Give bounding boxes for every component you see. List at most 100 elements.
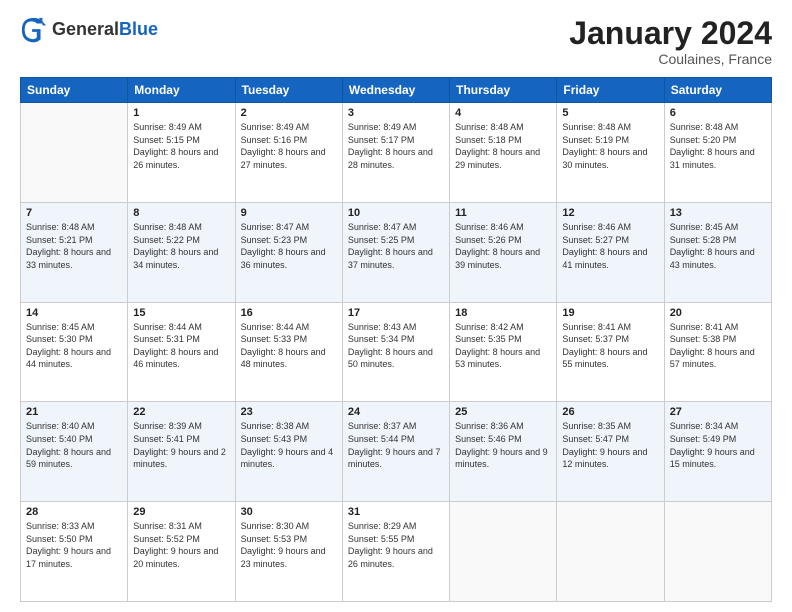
table-row: 29Sunrise: 8:31 AMSunset: 5:52 PMDayligh… (128, 502, 235, 602)
day-number: 4 (455, 107, 551, 119)
day-number: 17 (348, 307, 444, 319)
day-info: Sunrise: 8:43 AMSunset: 5:34 PMDaylight:… (348, 321, 444, 371)
day-number: 8 (133, 207, 229, 219)
table-row: 14 Sunrise: 8:45 AMSunset: 5:30 PMDayligh… (21, 302, 128, 402)
calendar-week-row: 7Sunrise: 8:48 AMSunset: 5:21 PMDaylight… (21, 202, 772, 302)
day-number: 2 (241, 107, 337, 119)
table-row: 13Sunrise: 8:45 AMSunset: 5:28 PMDayligh… (664, 202, 771, 302)
table-row: 22 Sunrise: 8:39 AMSunset: 5:41 PMDayligh… (128, 402, 235, 502)
day-info: Sunrise: 8:44 AMSunset: 5:33 PMDaylight:… (241, 321, 337, 371)
col-saturday: Saturday (664, 78, 771, 103)
table-row: 21Sunrise: 8:40 AMSunset: 5:40 PMDayligh… (21, 402, 128, 502)
table-row: 3 Sunrise: 8:49 AMSunset: 5:17 PMDaylight… (342, 103, 449, 203)
table-row: 15 Sunrise: 8:44 AMSunset: 5:31 PMDayligh… (128, 302, 235, 402)
location: Coulaines, France (569, 51, 772, 67)
table-row: 25 Sunrise: 8:36 AMSunset: 5:46 PMDayligh… (450, 402, 557, 502)
day-number: 26 (562, 406, 658, 418)
calendar-week-row: 28 Sunrise: 8:33 AMSunset: 5:50 PMDayligh… (21, 502, 772, 602)
table-row: 2 Sunrise: 8:49 AMSunset: 5:16 PMDaylight… (235, 103, 342, 203)
day-info: Sunrise: 8:41 AMSunset: 5:37 PMDaylight:… (562, 321, 658, 371)
day-number: 5 (562, 107, 658, 119)
day-info: Sunrise: 8:45 AMSunset: 5:30 PMDaylight:… (26, 321, 122, 371)
day-info: Sunrise: 8:33 AMSunset: 5:50 PMDaylight:… (26, 520, 122, 570)
day-number: 1 (133, 107, 229, 119)
calendar-week-row: 21Sunrise: 8:40 AMSunset: 5:40 PMDayligh… (21, 402, 772, 502)
day-number: 24 (348, 406, 444, 418)
col-thursday: Thursday (450, 78, 557, 103)
day-info: Sunrise: 8:48 AMSunset: 5:19 PMDaylight:… (562, 121, 658, 171)
day-number: 18 (455, 307, 551, 319)
day-info: Sunrise: 8:29 AMSunset: 5:55 PMDaylight:… (348, 520, 444, 570)
day-info: Sunrise: 8:47 AMSunset: 5:25 PMDaylight:… (348, 221, 444, 271)
day-info: Sunrise: 8:40 AMSunset: 5:40 PMDaylight:… (26, 420, 122, 470)
day-number: 15 (133, 307, 229, 319)
day-info: Sunrise: 8:49 AMSunset: 5:15 PMDaylight:… (133, 121, 229, 171)
table-row: 10 Sunrise: 8:47 AMSunset: 5:25 PMDayligh… (342, 202, 449, 302)
table-row: 27Sunrise: 8:34 AMSunset: 5:49 PMDayligh… (664, 402, 771, 502)
calendar-week-row: 1 Sunrise: 8:49 AMSunset: 5:15 PMDaylight… (21, 103, 772, 203)
header: General Blue January 2024 Coulaines, Fra… (20, 16, 772, 67)
table-row: 12 Sunrise: 8:46 AMSunset: 5:27 PMDayligh… (557, 202, 664, 302)
table-row: 8 Sunrise: 8:48 AMSunset: 5:22 PMDaylight… (128, 202, 235, 302)
table-row: 20 Sunrise: 8:41 AMSunset: 5:38 PMDayligh… (664, 302, 771, 402)
day-number: 10 (348, 207, 444, 219)
calendar-week-row: 14 Sunrise: 8:45 AMSunset: 5:30 PMDayligh… (21, 302, 772, 402)
col-friday: Friday (557, 78, 664, 103)
day-info: Sunrise: 8:44 AMSunset: 5:31 PMDaylight:… (133, 321, 229, 371)
table-row: 19Sunrise: 8:41 AMSunset: 5:37 PMDayligh… (557, 302, 664, 402)
day-number: 12 (562, 207, 658, 219)
logo-blue: Blue (119, 20, 158, 40)
table-row: 28 Sunrise: 8:33 AMSunset: 5:50 PMDayligh… (21, 502, 128, 602)
table-row: 11Sunrise: 8:46 AMSunset: 5:26 PMDayligh… (450, 202, 557, 302)
day-info: Sunrise: 8:41 AMSunset: 5:38 PMDaylight:… (670, 321, 766, 371)
day-info: Sunrise: 8:49 AMSunset: 5:17 PMDaylight:… (348, 121, 444, 171)
table-row: 9 Sunrise: 8:47 AMSunset: 5:23 PMDaylight… (235, 202, 342, 302)
day-number: 3 (348, 107, 444, 119)
day-info: Sunrise: 8:34 AMSunset: 5:49 PMDaylight:… (670, 420, 766, 470)
day-info: Sunrise: 8:48 AMSunset: 5:21 PMDaylight:… (26, 221, 122, 271)
day-number: 16 (241, 307, 337, 319)
title-block: January 2024 Coulaines, France (569, 16, 772, 67)
day-info: Sunrise: 8:46 AMSunset: 5:27 PMDaylight:… (562, 221, 658, 271)
col-wednesday: Wednesday (342, 78, 449, 103)
logo-icon (20, 16, 48, 44)
day-info: Sunrise: 8:39 AMSunset: 5:41 PMDaylight:… (133, 420, 229, 470)
day-number: 6 (670, 107, 766, 119)
day-number: 14 (26, 307, 122, 319)
col-sunday: Sunday (21, 78, 128, 103)
table-row (557, 502, 664, 602)
day-number: 28 (26, 506, 122, 518)
table-row (450, 502, 557, 602)
day-number: 20 (670, 307, 766, 319)
table-row: 7Sunrise: 8:48 AMSunset: 5:21 PMDaylight… (21, 202, 128, 302)
table-row: 1 Sunrise: 8:49 AMSunset: 5:15 PMDaylight… (128, 103, 235, 203)
table-row: 17 Sunrise: 8:43 AMSunset: 5:34 PMDayligh… (342, 302, 449, 402)
month-title: January 2024 (569, 16, 772, 51)
day-info: Sunrise: 8:30 AMSunset: 5:53 PMDaylight:… (241, 520, 337, 570)
day-number: 31 (348, 506, 444, 518)
page: General Blue January 2024 Coulaines, Fra… (0, 0, 792, 612)
calendar: Sunday Monday Tuesday Wednesday Thursday… (20, 77, 772, 602)
day-info: Sunrise: 8:48 AMSunset: 5:20 PMDaylight:… (670, 121, 766, 171)
table-row: 26Sunrise: 8:35 AMSunset: 5:47 PMDayligh… (557, 402, 664, 502)
table-row: 30 Sunrise: 8:30 AMSunset: 5:53 PMDayligh… (235, 502, 342, 602)
table-row: 18Sunrise: 8:42 AMSunset: 5:35 PMDayligh… (450, 302, 557, 402)
table-row (21, 103, 128, 203)
table-row: 4Sunrise: 8:48 AMSunset: 5:18 PMDaylight… (450, 103, 557, 203)
day-info: Sunrise: 8:49 AMSunset: 5:16 PMDaylight:… (241, 121, 337, 171)
calendar-header-row: Sunday Monday Tuesday Wednesday Thursday… (21, 78, 772, 103)
day-number: 9 (241, 207, 337, 219)
day-number: 30 (241, 506, 337, 518)
day-info: Sunrise: 8:31 AMSunset: 5:52 PMDaylight:… (133, 520, 229, 570)
col-monday: Monday (128, 78, 235, 103)
day-info: Sunrise: 8:36 AMSunset: 5:46 PMDaylight:… (455, 420, 551, 470)
table-row: 24Sunrise: 8:37 AMSunset: 5:44 PMDayligh… (342, 402, 449, 502)
logo-text: General Blue (52, 20, 158, 40)
day-number: 25 (455, 406, 551, 418)
day-info: Sunrise: 8:47 AMSunset: 5:23 PMDaylight:… (241, 221, 337, 271)
day-info: Sunrise: 8:48 AMSunset: 5:22 PMDaylight:… (133, 221, 229, 271)
table-row: 5 Sunrise: 8:48 AMSunset: 5:19 PMDaylight… (557, 103, 664, 203)
col-tuesday: Tuesday (235, 78, 342, 103)
day-number: 22 (133, 406, 229, 418)
table-row: 6 Sunrise: 8:48 AMSunset: 5:20 PMDaylight… (664, 103, 771, 203)
